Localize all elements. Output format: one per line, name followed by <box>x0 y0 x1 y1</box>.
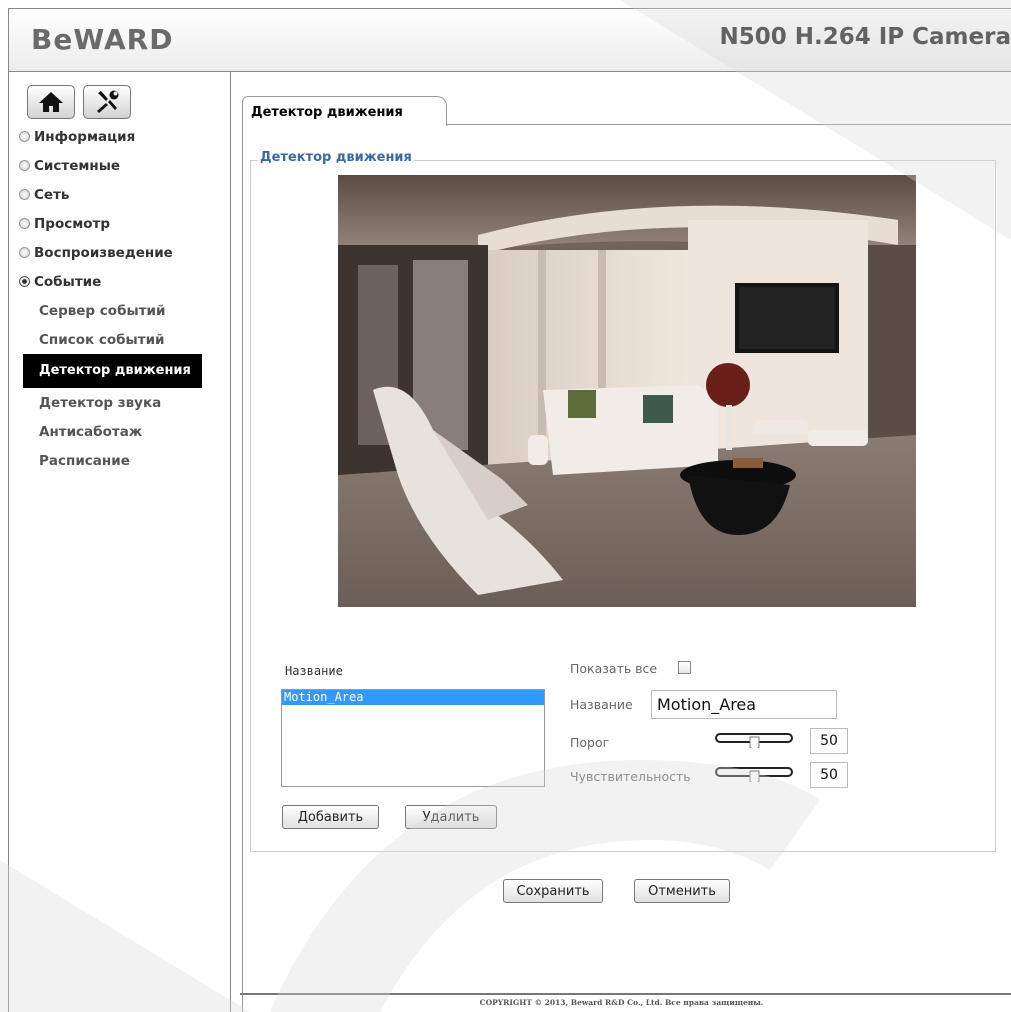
beward-logo: BeWARD <box>31 23 174 56</box>
name-label: Название <box>570 697 633 712</box>
submenu-item-audio-detector[interactable]: Детектор звука <box>9 388 230 417</box>
settings-button[interactable] <box>83 85 131 119</box>
areas-label: Название <box>285 664 343 678</box>
show-all-checkbox[interactable] <box>678 661 691 674</box>
submenu-item-event-server[interactable]: Сервер событий <box>9 296 230 325</box>
area-name-input[interactable]: Motion_Area <box>651 690 837 719</box>
threshold-slider[interactable] <box>715 730 793 748</box>
menu-item-label: Системные <box>34 157 121 174</box>
top-buttons <box>27 85 131 119</box>
menu-item-network[interactable]: Сеть <box>9 180 230 209</box>
show-all-label: Показать все <box>570 661 658 676</box>
tools-icon <box>97 90 119 113</box>
delete-button[interactable]: Удалить <box>405 805 497 829</box>
tab-motion-detector[interactable]: Детектор движения <box>242 96 447 126</box>
threshold-label: Порог <box>570 735 610 750</box>
sidebar: Информация Системные Сеть Просмотр Воспр… <box>8 72 231 1012</box>
tab-strip: Детектор движения <box>242 96 1011 126</box>
menu-item-info[interactable]: Информация <box>9 122 230 151</box>
areas-listbox[interactable]: Motion_Area <box>281 689 545 787</box>
submenu-item-motion-detector[interactable]: Детектор движения <box>23 354 202 388</box>
camera-preview[interactable] <box>338 175 916 607</box>
product-title: N500 H.264 IP Camera <box>719 24 1011 50</box>
main-menu: Информация Системные Сеть Просмотр Воспр… <box>9 122 230 475</box>
list-item[interactable]: Motion_Area <box>282 690 544 705</box>
home-button[interactable] <box>27 85 75 119</box>
bullet-open-icon <box>19 276 30 287</box>
menu-item-label: Просмотр <box>34 215 111 232</box>
copyright: COPYRIGHT © 2013, Beward R&D Co., Ltd. В… <box>479 998 764 1007</box>
cancel-button[interactable]: Отменить <box>634 879 730 903</box>
camera-image <box>338 175 916 607</box>
menu-item-label: Информация <box>34 128 136 145</box>
bullet-icon <box>19 160 30 171</box>
bullet-icon <box>19 218 30 229</box>
menu-item-label: Воспроизведение <box>34 244 173 261</box>
menu-item-label: Сеть <box>34 186 70 203</box>
submenu-item-tamper[interactable]: Антисаботаж <box>9 417 230 446</box>
menu-item-playback[interactable]: Воспроизведение <box>9 238 230 267</box>
submenu-item-event-list[interactable]: Список событий <box>9 325 230 354</box>
menu-item-view[interactable]: Просмотр <box>9 209 230 238</box>
sensitivity-slider[interactable] <box>715 764 793 782</box>
save-button[interactable]: Сохранить <box>503 879 603 903</box>
menu-item-label: Событие <box>34 273 102 290</box>
add-button[interactable]: Добавить <box>282 805 379 829</box>
bullet-icon <box>19 131 30 142</box>
footer-divider <box>240 993 1011 995</box>
section-title: Детектор движения <box>258 150 414 165</box>
header: BeWARD N500 H.264 IP Camera <box>8 8 1011 72</box>
threshold-value[interactable]: 50 <box>810 728 848 754</box>
sensitivity-label: Чувствительность <box>570 769 691 784</box>
bullet-icon <box>19 189 30 200</box>
sensitivity-value[interactable]: 50 <box>810 762 848 788</box>
menu-item-system[interactable]: Системные <box>9 151 230 180</box>
menu-item-event[interactable]: Событие <box>9 267 230 296</box>
home-icon <box>39 92 63 112</box>
submenu-item-schedule[interactable]: Расписание <box>9 446 230 475</box>
bullet-icon <box>19 247 30 258</box>
